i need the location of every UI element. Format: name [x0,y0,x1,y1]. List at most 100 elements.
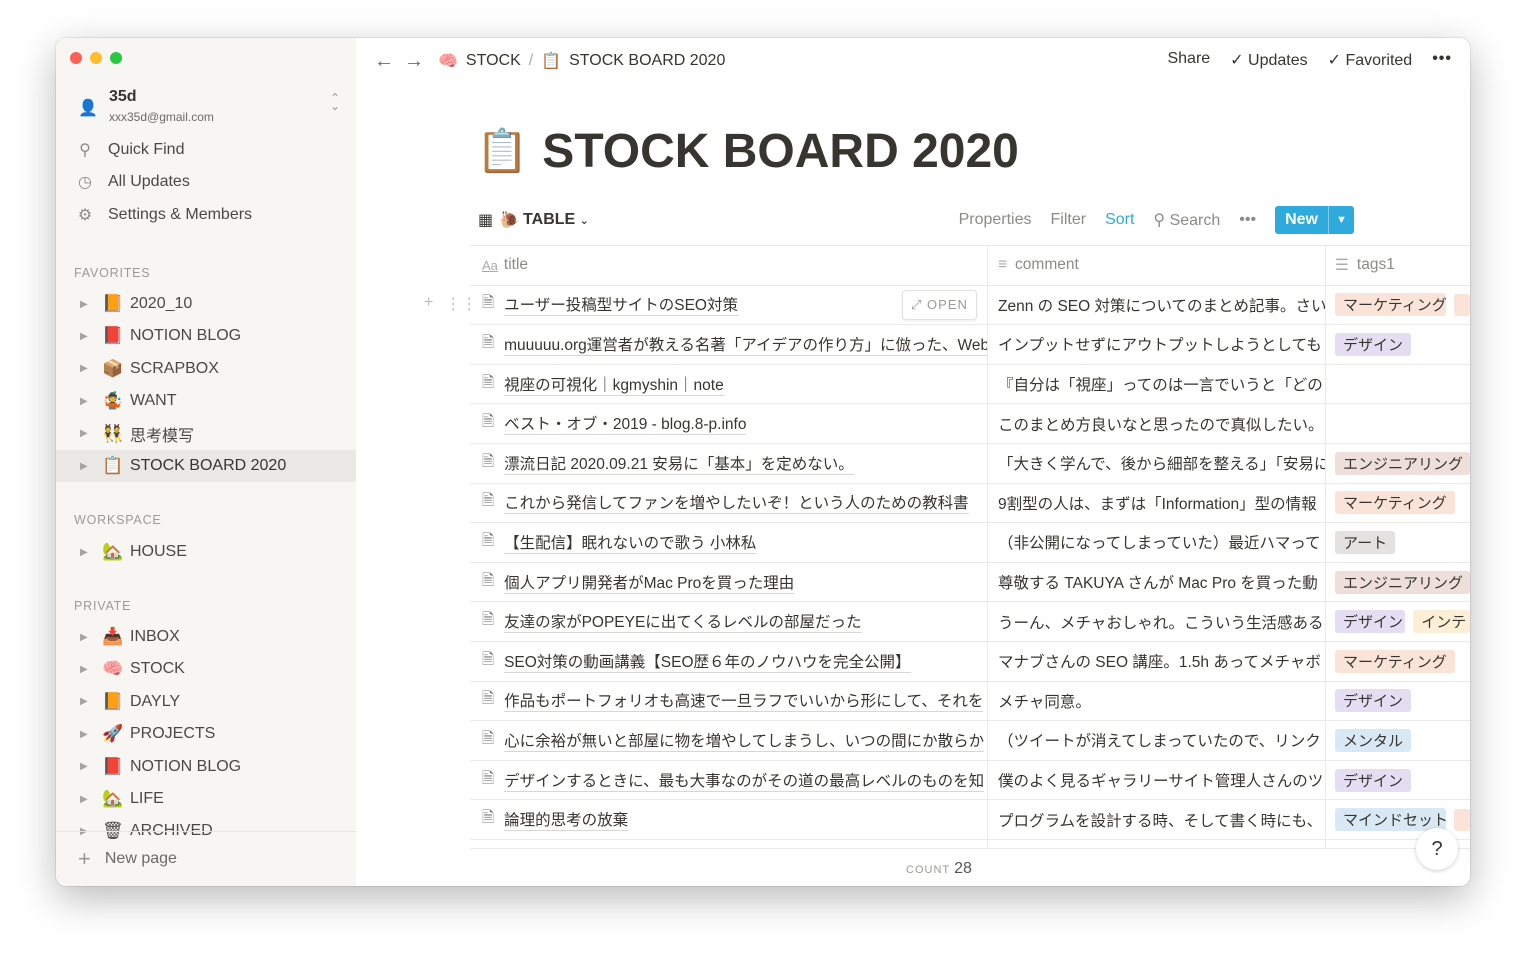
tags-cell[interactable]: エンジニアリング [1326,444,1470,483]
toggle-triangle-icon[interactable]: ▶ [80,547,102,558]
row-title[interactable]: 視座の可視化｜kgmyshin｜note [504,373,724,396]
comment-cell[interactable]: 9割型の人は、まずは「Information」型の情報 [988,483,1326,523]
comment-cell[interactable]: プログラムを設計する時、そして書く時にも、 [988,800,1326,839]
share-button[interactable]: Share [1167,50,1210,70]
breadcrumb-item[interactable]: STOCK [466,52,521,70]
chevron-down-icon[interactable]: ▼ [1328,206,1354,234]
tags-cell[interactable]: デザイン [1326,682,1470,721]
toggle-triangle-icon[interactable]: ▶ [80,664,102,675]
title-cell[interactable]: 🗎 muuuuu.org運営者が教える名著「アイデアの作り方」に倣った、Web [470,325,988,364]
row-title[interactable]: 友達の家がPOPEYEに出てくるレベルの部屋だった [504,610,862,634]
tags-cell[interactable] [1326,404,1470,443]
sidebar-page[interactable]: ▶ 🏡 LIFE [56,783,356,815]
sidebar-page[interactable]: ▶ 📕 NOTION BLOG [56,751,356,783]
comment-cell[interactable]: このまとめ方良いなと思ったので真似したい。 [988,404,1326,443]
row-title[interactable]: ベスト・オブ・2019 - blog.8-p.info [504,412,747,436]
toggle-triangle-icon[interactable]: ▶ [80,363,102,374]
tags-cell[interactable]: マーケティング [1326,286,1470,325]
table-row[interactable]: 🗎 muuuuu.org運営者が教える名著「アイデアの作り方」に倣った、Web イン… [470,325,1470,365]
favorited-button[interactable]: ✓ Favorited [1328,50,1413,70]
toggle-triangle-icon[interactable]: ▶ [80,696,102,707]
more-icon[interactable]: ••• [1239,211,1256,229]
title-cell[interactable]: 🗎 デザインするときに、最も大事なのがその道の最高レベルのものを知 [470,760,988,800]
row-title[interactable]: SEO対策の動画講義【SEO歴６年のノウハウを完全公開】 [504,650,911,673]
title-cell[interactable]: 🗎 作品もポートフォリオも高速で一旦ラフでいいから形にして、それを [470,681,988,721]
row-title[interactable]: 【生配信】眠れないので歌う 小林私 [504,531,757,554]
title-cell[interactable]: 🗎 SEO対策の動画講義【SEO歴６年のノウハウを完全公開】 [470,641,988,681]
title-cell[interactable]: 🗎 ベスト・オブ・2019 - blog.8-p.info [470,404,988,443]
plus-icon[interactable]: + [424,294,433,314]
table-row[interactable]: 🗎 SEO対策の動画講義【SEO歴６年のノウハウを完全公開】 マナブさんの SEO … [470,641,1470,682]
more-icon[interactable]: ••• [1432,50,1452,70]
toggle-triangle-icon[interactable]: ▶ [80,396,102,407]
table-row[interactable]: 🗎 友達の家がPOPEYEに出てくるレベルの部屋だった うーん、メチャおしゃれ。こう… [470,602,1470,642]
comment-cell[interactable]: インプットせずにアウトプットしようとしても [988,325,1326,364]
toggle-triangle-icon[interactable]: ▶ [80,428,102,439]
open-button[interactable]: ⤢ OPEN [902,289,977,320]
table-row[interactable]: 🗎 これから発信してファンを増やしたいぞ！という人のための教科書 9割型の人は、まず… [470,483,1470,524]
sidebar-page[interactable]: ▶ 👯 思考模写 [56,418,356,450]
tags-cell[interactable]: アート [1326,523,1470,562]
table-row[interactable]: 🗎 視座の可視化｜kgmyshin｜note 『自分は「視座」ってのは一言でいうと「… [470,364,1470,405]
tags-cell[interactable]: デザイン [1326,325,1470,364]
toggle-triangle-icon[interactable]: ▶ [80,331,102,342]
table-row[interactable]: 🗎 漂流日記 2020.09.21 安易に「基本」を定めない。 「大きく学んで、後か… [470,443,1470,484]
comment-cell[interactable]: 尊敬する TAKUYA さんが Mac Pro を買った動 [988,562,1326,602]
title-cell[interactable]: 🗎 ユーザー投稿型サイトのSEO対策 ⤢ OPEN [470,285,988,325]
table-row[interactable]: 🗎 ユーザー投稿型サイトのSEO対策 ⤢ OPEN Zenn の SEO 対策について… [470,285,1470,326]
table-row[interactable]: 🗎 【生配信】眠れないので歌う 小林私 （非公開になってしまっていた）最近ハマってア… [470,523,1470,563]
sidebar-page[interactable]: ▶ 🏡 HOUSE [56,536,356,568]
back-arrow-icon[interactable]: ← [374,50,394,73]
sort-button[interactable]: Sort [1105,211,1134,229]
nav-clock[interactable]: ◷ All Updates [76,172,190,192]
help-button[interactable]: ? [1416,828,1458,870]
nav-search[interactable]: ⚲ Quick Find [76,140,184,160]
comment-cell[interactable]: マナブさんの SEO 講座。1.5h あってメチャボ [988,641,1326,681]
tags-cell[interactable]: エンジニアリング [1326,563,1470,602]
toggle-triangle-icon[interactable]: ▶ [80,729,102,740]
sidebar-page[interactable]: ▶ 📋 STOCK BOARD 2020 [56,450,356,482]
comment-cell[interactable]: 僕のよく見るギャラリーサイト管理人さんのツ [988,760,1326,800]
title-cell[interactable]: 🗎 漂流日記 2020.09.21 安易に「基本」を定めない。 [470,443,988,483]
sidebar-page[interactable]: ▶ 📙 2020_10 [56,288,356,320]
search-button[interactable]: ⚲ Search [1153,210,1220,230]
title-cell[interactable]: 🗎 論理的思考の放棄 [470,800,988,839]
tags-cell[interactable]: マーケティング [1326,642,1470,681]
table-row[interactable] [470,839,1470,848]
table-row[interactable]: 🗎 ベスト・オブ・2019 - blog.8-p.info このまとめ方良いなと思っ… [470,404,1470,444]
title-cell[interactable]: 🗎 個人アプリ開発者がMac Proを買った理由 [470,562,988,602]
row-title[interactable]: ユーザー投稿型サイトのSEO対策 [504,293,738,317]
comment-cell[interactable]: 『自分は「視座」ってのは一言でいうと「どの [988,364,1326,404]
sidebar-page[interactable]: ▶ 🤹 WANT [56,385,356,417]
table-row[interactable]: 🗎 心に余裕が無いと部屋に物を増やしてしまうし、いつの間にか散らか （ツイートが消え… [470,721,1470,761]
title-cell[interactable]: 🗎 【生配信】眠れないので歌う 小林私 [470,523,988,562]
comment-cell[interactable]: （非公開になってしまっていた）最近ハマって [988,523,1326,562]
comment-cell[interactable]: （ツイートが消えてしまっていたので、リンク [988,721,1326,760]
title-cell[interactable]: 🗎 視座の可視化｜kgmyshin｜note [470,364,988,404]
zoom-button[interactable] [110,52,122,64]
row-title[interactable]: 心に余裕が無いと部屋に物を増やしてしまうし、いつの間にか散らか [504,729,985,752]
tags-cell[interactable]: メンタル [1326,721,1470,760]
tags-cell[interactable]: マーケティング [1326,484,1470,523]
toggle-triangle-icon[interactable]: ▶ [80,761,102,772]
title-cell[interactable]: 🗎 心に余裕が無いと部屋に物を増やしてしまうし、いつの間にか散らか [470,721,988,760]
comment-cell[interactable]: メチャ同意。 [988,681,1326,721]
toggle-triangle-icon[interactable]: ▶ [80,461,102,472]
title-cell[interactable]: 🗎 これから発信してファンを増やしたいぞ！という人のための教科書 [470,483,988,523]
properties-button[interactable]: Properties [959,211,1032,229]
page-title[interactable]: 📋 STOCK BOARD 2020 [476,124,1019,179]
sidebar-page[interactable]: ▶ 📙 DAYLY [56,686,356,718]
comment-cell[interactable]: 「大きく学んで、後から細部を整える」「安易に [988,443,1326,483]
sidebar-page[interactable]: ▶ 📥 INBOX [56,621,356,653]
updates-button[interactable]: ✓ Updates [1230,50,1307,70]
new-page-button[interactable]: + New page [56,831,356,886]
sidebar-page[interactable]: ▶ 🧠 STOCK [56,653,356,685]
row-title[interactable]: muuuuu.org運営者が教える名著「アイデアの作り方」に倣った、Web [504,333,987,356]
tags-cell[interactable]: デザイン [1326,761,1470,800]
title-cell[interactable]: 🗎 友達の家がPOPEYEに出てくるレベルの部屋だった [470,602,988,641]
comment-cell[interactable]: Zenn の SEO 対策についてのまとめ記事。さい [988,285,1326,325]
table-row[interactable]: 🗎 作品もポートフォリオも高速で一旦ラフでいいから形にして、それを メチャ同意。 デザ… [470,681,1470,722]
close-button[interactable] [70,52,82,64]
row-title[interactable]: デザインするときに、最も大事なのがその道の最高レベルのものを知 [504,769,985,792]
forward-arrow-icon[interactable]: → [404,50,424,73]
